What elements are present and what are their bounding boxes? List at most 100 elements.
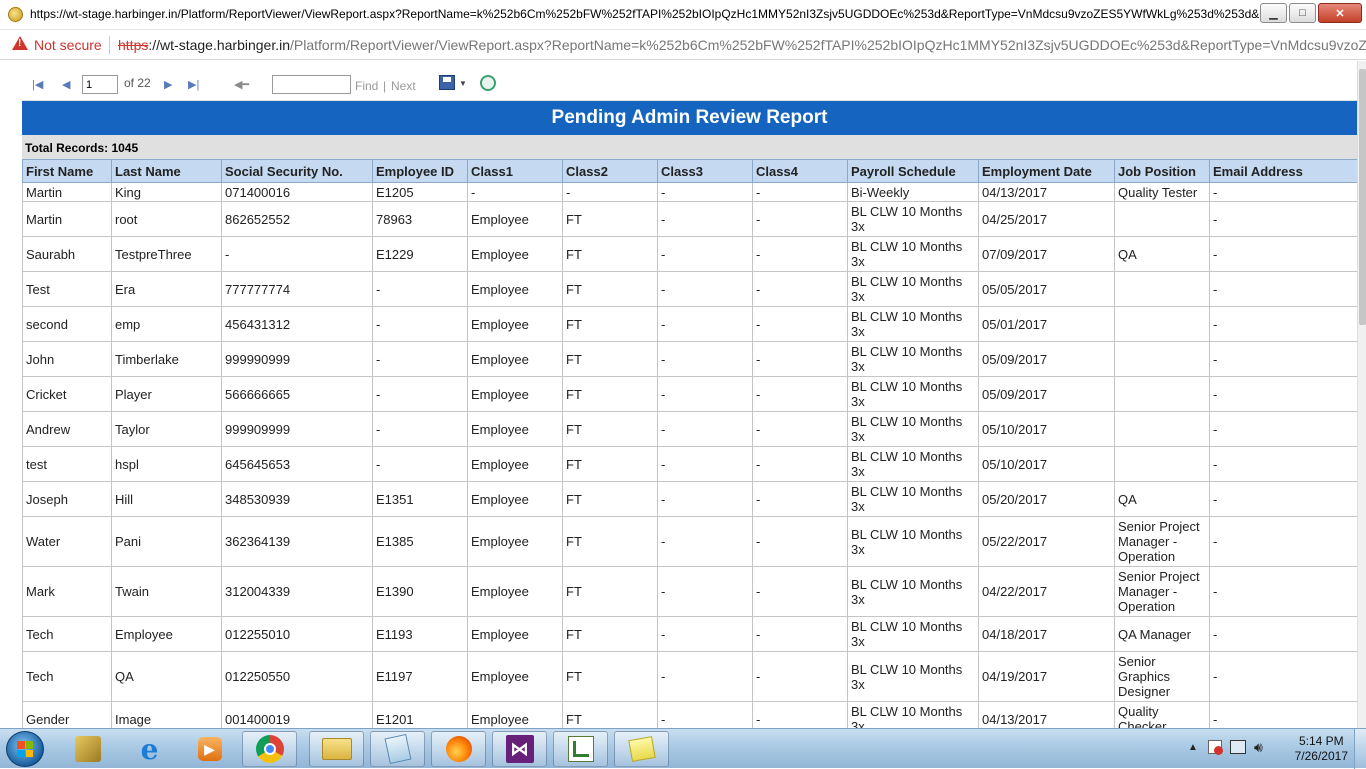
table-cell: QA <box>1114 236 1210 272</box>
table-cell: - <box>657 341 753 377</box>
system-tray: ▲ 🔊︎ 5:14 PM 7/26/2017 <box>1182 729 1366 769</box>
table-cell: Cricket <box>22 376 112 412</box>
table-cell: - <box>752 516 848 567</box>
table-row: Tech Employee 012255010 E1193 Employee FT - - BL… <box>22 616 1358 652</box>
report-body: Pending Admin Review Report Total Record… <box>22 101 1358 728</box>
table-cell: 999990999 <box>221 341 373 377</box>
page-number-input[interactable] <box>82 75 118 94</box>
table-cell: TestpreThree <box>111 236 222 272</box>
next-page-icon[interactable]: ▶ <box>164 78 172 91</box>
table-cell: Employee <box>467 616 563 652</box>
taskbar-app-firefox[interactable] <box>431 731 486 767</box>
table-cell: BL CLW 10 Months 3x <box>847 616 979 652</box>
taskbar-app-ie[interactable]: e <box>122 731 177 767</box>
table-cell: Employee <box>467 341 563 377</box>
refresh-icon[interactable] <box>480 75 496 91</box>
action-center-icon[interactable] <box>1208 740 1223 755</box>
table-cell: - <box>752 182 848 202</box>
table-cell: John <box>22 341 112 377</box>
maximize-button[interactable]: □ <box>1289 3 1316 23</box>
back-to-parent-icon[interactable]: ◀━ <box>234 78 249 91</box>
export-icon[interactable] <box>439 75 455 90</box>
table-cell: Senior Graphics Designer <box>1114 651 1210 702</box>
taskbar-app-sticky-notes[interactable] <box>614 731 669 767</box>
table-cell: 04/13/2017 <box>978 182 1115 202</box>
volume-icon[interactable]: 🔊︎ <box>1254 739 1263 756</box>
report-table: First Name Last Name Social Security No. Em… <box>22 159 1358 728</box>
table-cell: Martin <box>22 201 112 237</box>
security-status[interactable]: Not secure <box>34 37 102 53</box>
table-cell: BL CLW 10 Months 3x <box>847 306 979 342</box>
start-button[interactable] <box>6 731 44 767</box>
taskbar-app-tools[interactable] <box>60 731 115 767</box>
address-bar[interactable]: ! Not secure https://wt-stage.harbinger.… <box>0 30 1366 60</box>
table-cell: BL CLW 10 Months 3x <box>847 481 979 517</box>
table-cell: 012255010 <box>221 616 373 652</box>
table-cell: 456431312 <box>221 306 373 342</box>
table-cell: Employee <box>467 516 563 567</box>
table-cell: BL CLW 10 Months 3x <box>847 651 979 702</box>
taskbar: e ▶ ⋈ ▲ 🔊︎ 5:14 PM 7/26/2017 <box>0 728 1366 769</box>
find-next-link[interactable]: Next <box>391 79 416 93</box>
table-cell: hspl <box>111 446 222 482</box>
find-text-input[interactable] <box>272 75 351 94</box>
clock-time: 5:14 PM <box>1298 734 1344 748</box>
window-controls: ▁ □ ✕ <box>1260 3 1362 23</box>
table-cell: - <box>562 182 658 202</box>
table-cell: FT <box>562 481 658 517</box>
table-cell: 566666665 <box>221 376 373 412</box>
taskbar-app-editor[interactable] <box>553 731 608 767</box>
table-cell: FT <box>562 306 658 342</box>
table-cell: Tech <box>22 651 112 702</box>
clock-date: 7/26/2017 <box>1294 749 1348 763</box>
table-cell: Employee <box>467 201 563 237</box>
find-link[interactable]: Find <box>355 79 378 93</box>
column-header: Last Name <box>111 159 222 183</box>
taskbar-app-media[interactable]: ▶ <box>182 731 237 767</box>
taskbar-app-notepad[interactable] <box>370 731 425 767</box>
table-cell: FT <box>562 376 658 412</box>
export-dropdown-icon[interactable]: ▼ <box>459 79 467 88</box>
vertical-scrollbar[interactable] <box>1357 61 1366 728</box>
table-row: test hspl 645645653- Employee FT - - BL CLW 10 … <box>22 446 1358 482</box>
table-cell: - <box>1209 701 1358 728</box>
table-cell <box>1114 376 1210 412</box>
firefox-icon <box>445 736 472 762</box>
report-title: Pending Admin Review Report <box>22 101 1357 135</box>
previous-page-icon[interactable]: ◀ <box>62 78 70 91</box>
table-cell: - <box>752 701 848 728</box>
taskbar-app-visual-studio[interactable]: ⋈ <box>492 731 547 767</box>
table-cell: 362364139 <box>221 516 373 567</box>
windows-logo-icon <box>17 741 33 757</box>
show-desktop-button[interactable] <box>1354 729 1366 769</box>
first-page-icon[interactable]: |◀ <box>32 78 43 91</box>
minimize-button[interactable]: ▁ <box>1260 3 1287 23</box>
table-cell: FT <box>562 271 658 307</box>
table-cell: - <box>752 271 848 307</box>
table-cell: Employee <box>467 306 563 342</box>
scrollbar-thumb[interactable] <box>1359 69 1366 325</box>
taskbar-app-explorer[interactable] <box>309 731 364 767</box>
chrome-icon-center <box>263 743 276 755</box>
last-page-icon[interactable]: ▶| <box>188 78 199 91</box>
table-cell: - <box>657 651 753 702</box>
url-field[interactable]: https://wt-stage.harbinger.in/Platform/R… <box>118 37 1366 53</box>
warning-icon[interactable]: ! <box>12 36 28 50</box>
internet-explorer-icon: e <box>140 732 159 766</box>
table-cell: - <box>221 236 373 272</box>
table-cell: BL CLW 10 Months 3x <box>847 701 979 728</box>
taskbar-app-chrome[interactable] <box>242 731 297 767</box>
table-cell: BL CLW 10 Months 3x <box>847 376 979 412</box>
table-cell <box>1114 271 1210 307</box>
network-icon[interactable] <box>1230 740 1246 754</box>
table-row: Test Era 777777774- Employee FT - - BL CLW 10 M… <box>22 271 1358 307</box>
table-cell: - <box>752 566 848 617</box>
table-cell: - <box>752 341 848 377</box>
table-cell: Pani <box>111 516 222 567</box>
table-cell: E1197 <box>372 651 468 702</box>
table-cell: FT <box>562 566 658 617</box>
table-cell: FT <box>562 701 658 728</box>
show-hidden-icons-icon[interactable]: ▲ <box>1188 742 1198 753</box>
close-button[interactable]: ✕ <box>1318 3 1362 23</box>
clock[interactable]: 5:14 PM 7/26/2017 <box>1295 734 1348 764</box>
